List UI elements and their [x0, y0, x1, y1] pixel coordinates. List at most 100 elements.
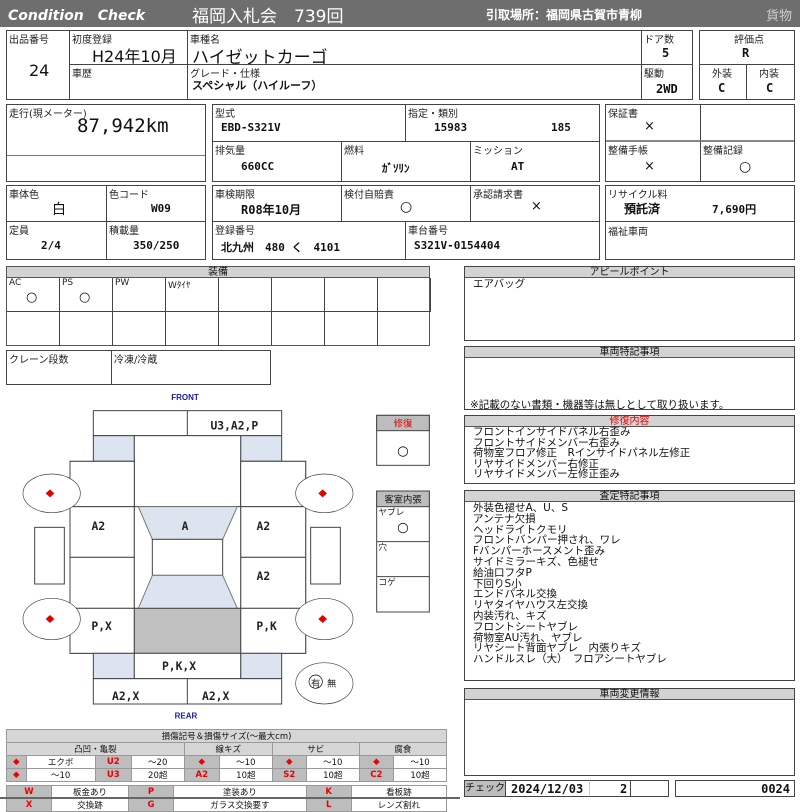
interior-grade: C	[766, 81, 774, 95]
mileage-label: 走行(現メーター)	[9, 109, 87, 120]
history-cell: 車歴	[69, 64, 188, 100]
inspection-expiry: R08年10月	[241, 203, 302, 217]
legend-symbol: ◆	[358, 755, 395, 769]
load-label: 積載量	[109, 226, 139, 237]
list-item: リヤサイドメンバー左修正歪み	[473, 468, 620, 481]
rear-window	[137, 574, 239, 609]
drive-cell: 駆動 2WD	[641, 64, 693, 100]
change-info-panel: 車両変更情報	[464, 688, 795, 776]
windshield-damage: A	[182, 519, 189, 533]
mission-label: ミッション	[473, 146, 523, 157]
model-cell: 車種名 ハイゼットカーゴ	[187, 30, 642, 68]
legend-symbol: U2	[94, 755, 132, 769]
approval: ×	[531, 199, 542, 214]
lot-label: 出品番号	[9, 35, 49, 46]
drive: 2WD	[656, 82, 678, 96]
list-item: 給油口フタP	[473, 566, 532, 579]
right-front-door	[240, 506, 307, 558]
chassis-label: 車台番号	[408, 226, 448, 237]
approval-label: 承認請求書	[473, 190, 523, 201]
color-block: 車体色 白 色コード W09 定員 2/4 積載量 350/250	[6, 185, 206, 260]
score-cell: 評価点 R	[699, 30, 795, 65]
front-left-corner	[92, 435, 135, 462]
rear-gate-damage: P,K,X	[162, 659, 196, 673]
score: R	[742, 46, 750, 60]
special-notes-panel: 車両特記事項 ※記載のない書類・機器等は無しとして取り扱います。	[464, 346, 795, 411]
designation: 15983	[434, 121, 468, 134]
type-label: 型式	[215, 109, 235, 120]
history-label: 車歴	[72, 69, 92, 80]
front-label: FRONT	[171, 393, 199, 402]
interior-label: 内装	[759, 69, 779, 80]
cabin-tear-label: ヤブレ	[378, 506, 404, 518]
legend-text: ～10	[25, 768, 96, 782]
left-rear-door	[69, 556, 135, 609]
maint-book: ×	[644, 159, 655, 174]
legend-symbol: G	[127, 798, 174, 812]
left-door-damage: A2	[92, 519, 106, 533]
displacement-label: 排気量	[215, 146, 245, 157]
check-number: 2	[620, 782, 628, 796]
color-code: W09	[151, 202, 171, 215]
welfare-label: 福祉車両	[608, 227, 648, 238]
model-type: EBD-S321V	[221, 121, 281, 134]
assessment-panel: 査定特記事項 外装色褪せA、U、S アンテナ欠損 ヘッドライトクモリ フロントバンパー…	[464, 490, 795, 681]
maint-record: ○	[739, 159, 752, 175]
displacement: 660CC	[241, 160, 275, 173]
legend-symbol: L	[305, 798, 352, 812]
spec-block: 型式 EBD-S321V 指定・類別 15983 185 排気量 660CC 燃…	[212, 104, 600, 182]
legend-group-dent: 凸凹・亀裂	[6, 742, 185, 756]
exterior-grade: C	[718, 81, 726, 95]
doors: 5	[662, 46, 670, 60]
legend-text: 10超	[218, 768, 273, 782]
legend-symbol: ◆	[271, 755, 307, 769]
legend-text: 10超	[393, 768, 447, 782]
doors-cell: ドア数 5	[641, 30, 693, 65]
front-right-corner	[240, 435, 283, 462]
legend-symbol: X	[6, 798, 52, 812]
repair-box-value: ○	[397, 444, 409, 459]
header-bar: Condition Check 福岡入札会 739回 引取場所：福岡県古賀市青柳…	[0, 0, 800, 27]
check-date: 2024/12/03	[511, 782, 584, 796]
repair-details-panel: 修復内容 フロントインサイドパネル右歪み フロントサイドメンバー右歪み 荷物室フロア…	[464, 415, 795, 484]
capacity-label: 定員	[9, 226, 29, 237]
legend-symbol: C2	[358, 768, 395, 782]
rear-bumper-right-damage: A2,X	[202, 689, 229, 703]
legend-group-rust: サビ	[271, 742, 360, 756]
recycle-status: 預託済	[624, 202, 661, 216]
maint-record-label: 整備記録	[703, 146, 743, 157]
legend-symbol: ◆	[183, 755, 220, 769]
repair-details-list: フロントインサイドパネル右歪み フロントサイドメンバー右歪み 荷物室フロア修正 Rイ…	[473, 427, 690, 480]
documents-block: 保証書 × 整備手帳 × 整備記録 ○	[605, 104, 795, 182]
doors-label: ドア数	[644, 35, 674, 46]
damage-diagram: FRONT U3,A2,P A A2 A2 A2 P,X P,K P,K,X A…	[22, 393, 430, 720]
mileage: 87,942km	[77, 115, 169, 137]
repair-box-title: 修復	[394, 418, 413, 430]
bottom-divider	[0, 797, 460, 799]
category: 貨物	[766, 9, 793, 24]
legend-symbol: ◆	[6, 755, 27, 769]
body-color: 白	[52, 202, 66, 218]
exterior-label: 外装	[712, 69, 732, 80]
load-capacity: 350/250	[133, 239, 180, 252]
plate-number: 北九州 480 く 4101	[221, 241, 340, 254]
cabin-hole-label: 穴	[378, 541, 387, 553]
lot-number: 24	[29, 61, 50, 80]
right-rear-damage: A2	[257, 569, 271, 583]
legend-text: エクボ	[25, 755, 96, 769]
special-notes-title: 車両特記事項	[465, 347, 794, 358]
legend-text: 交換跡	[51, 798, 129, 812]
registration-block: 車検期限 R08年10月 検付自賠責 ○ 承認請求書 × 登録番号 北九州 48…	[212, 185, 600, 260]
interior-cell: 内装 C	[746, 64, 795, 100]
appeal-panel: アピールポイント エアバッグ	[464, 266, 795, 341]
list-item: アンテナ欠損	[473, 512, 536, 525]
brand-title: Condition Check	[8, 8, 146, 24]
drive-label: 駆動	[644, 69, 664, 80]
legend-title: 損傷記号＆損傷サイズ(～最大cm)	[6, 729, 447, 743]
legend-text: レンズ割れ	[350, 798, 448, 812]
right-rear-door	[240, 556, 307, 609]
rear-bumper-left-damage: A2,X	[112, 689, 139, 703]
classification: 185	[551, 121, 571, 134]
color-label: 車体色	[9, 190, 39, 201]
roof	[151, 538, 224, 576]
